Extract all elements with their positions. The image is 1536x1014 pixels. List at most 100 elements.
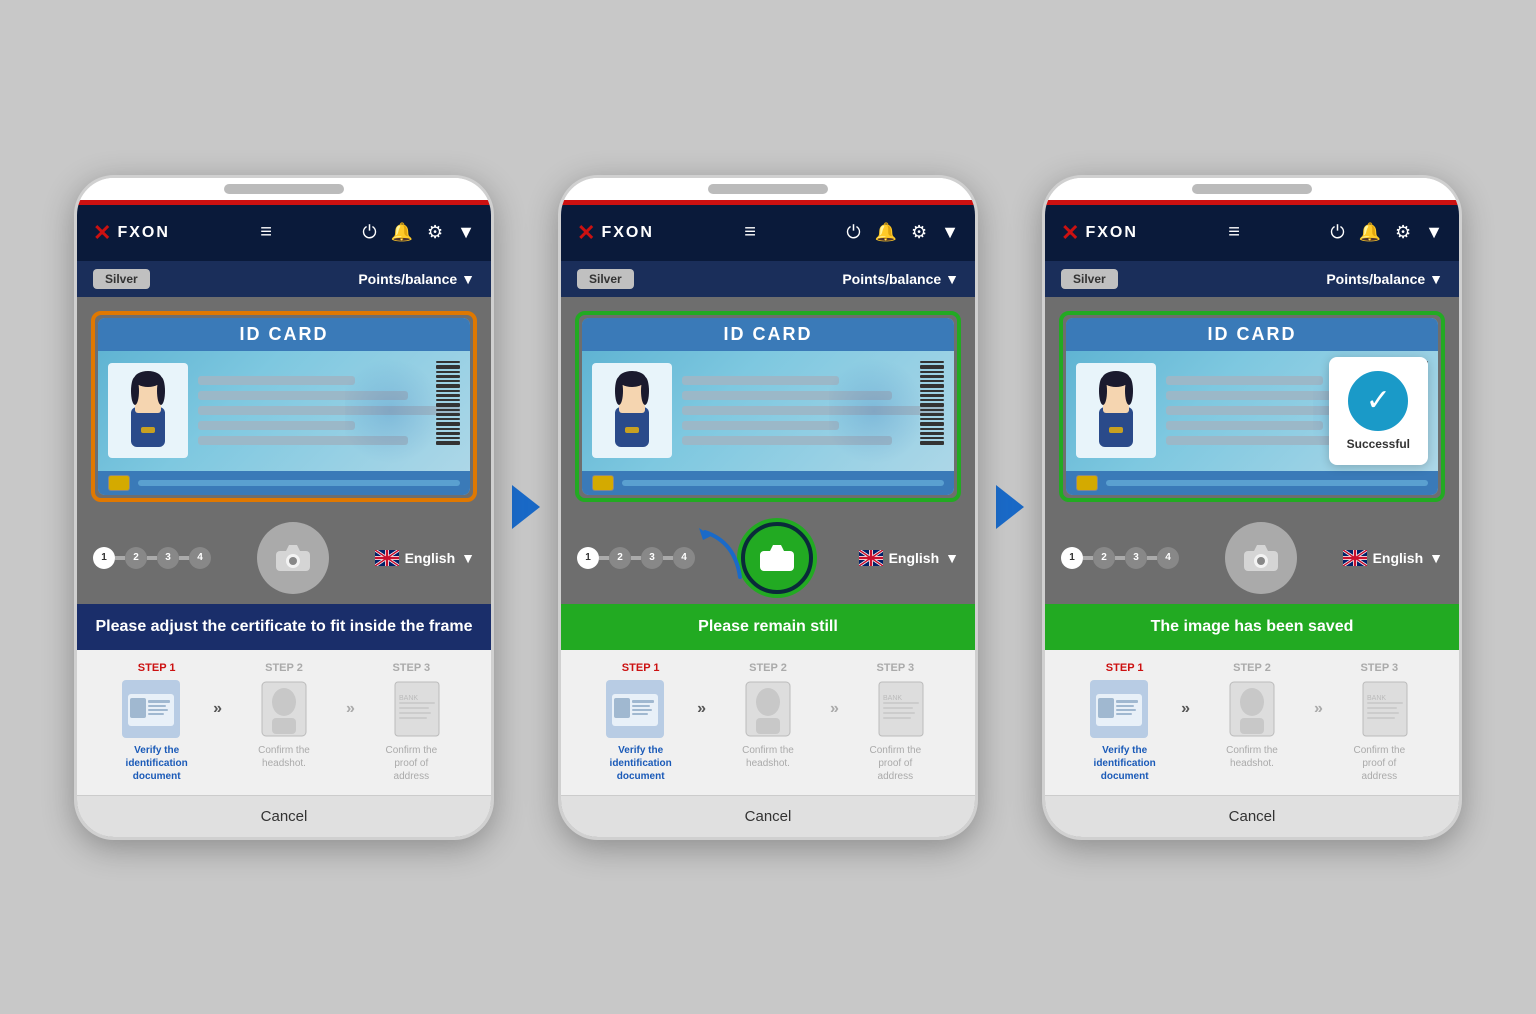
lang-chevron-3: ▼ [1429, 550, 1443, 566]
step-label-3b: STEP 2 [1188, 662, 1315, 674]
controls-row-1: 1 2 3 4 [77, 512, 491, 604]
chevron-icon-1: ▼ [457, 222, 475, 243]
lang-label-2: English [889, 550, 940, 566]
chevron-icon-3: ▼ [1425, 222, 1443, 243]
step-dot-2b: 2 [609, 547, 631, 569]
points-label-1[interactable]: Points/balance ▼ [358, 271, 475, 287]
camera-btn-3[interactable] [1225, 522, 1297, 594]
gear-icon-2[interactable]: ⚙ [911, 222, 927, 243]
flag-icon-3 [1343, 550, 1367, 566]
success-overlay-3: ✓ Successful [1329, 357, 1428, 465]
steps-section-2: STEP 1 STEP 2 STEP 3 [561, 650, 975, 795]
id-footer-2 [582, 471, 954, 495]
person-svg-3 [1081, 367, 1151, 455]
status-bar-2: Please remain still [561, 604, 975, 650]
cancel-btn-2[interactable]: Cancel [561, 795, 975, 837]
chip-icon-3 [1076, 475, 1098, 491]
step-dot-bar-3c [1147, 556, 1157, 560]
step-text-3c: Confirm theproof ofaddress [1316, 744, 1443, 783]
phone-body-2: ID CARD [561, 297, 975, 837]
double-arrow-2b: » [830, 700, 839, 718]
step-label-3a: STEP 1 [1061, 662, 1188, 674]
step-icon-2b [710, 680, 826, 738]
logo-text-3: FXON [1085, 224, 1137, 242]
menu-icon-1[interactable]: ≡ [260, 221, 272, 244]
phone-2: ✕ FXON ≡ ⏻ 🔔 ⚙ ▼ Silver Points/balance ▼… [558, 175, 978, 840]
id-barcode-1 [436, 361, 460, 461]
phone-header-3: ✕ FXON ≡ ⏻ 🔔 ⚙ ▼ [1045, 205, 1459, 261]
camera-btn-2[interactable] [741, 522, 813, 594]
bell-icon-3[interactable]: 🔔 [1359, 222, 1381, 243]
step-dot-3b: 2 [1093, 547, 1115, 569]
camera-icon-2 [758, 539, 796, 577]
power-icon-2[interactable]: ⏻ [846, 222, 860, 243]
double-arrow-3b: » [1314, 700, 1323, 718]
points-bar-2: Silver Points/balance ▼ [561, 261, 975, 297]
points-label-3[interactable]: Points/balance ▼ [1326, 271, 1443, 287]
step-dot-3c: 3 [1125, 547, 1147, 569]
step-arrow-1a: » [213, 700, 222, 718]
gear-icon-1[interactable]: ⚙ [427, 222, 443, 243]
menu-icon-2[interactable]: ≡ [744, 221, 756, 244]
power-icon-3[interactable]: ⏻ [1330, 222, 1344, 243]
step-icon-1c: BANK [359, 680, 475, 738]
id-footer-line-2 [622, 480, 944, 486]
logo-x-3: ✕ [1061, 222, 1079, 244]
silver-badge-1: Silver [93, 269, 150, 289]
step-dot-bar-1b [147, 556, 157, 560]
step-dots-3: 1 2 3 4 [1061, 547, 1179, 569]
steps-text-row-2: Verify theidentificationdocument Confirm… [577, 744, 959, 783]
phones-container: ✕ FXON ≡ ⏻ 🔔 ⚙ ▼ Silver Points/balance ▼… [74, 175, 1462, 840]
status-bar-1: Please adjust the certificate to fit ins… [77, 604, 491, 650]
step-text-3b: Confirm theheadshot. [1188, 744, 1315, 783]
steps-labels-2: STEP 1 STEP 2 STEP 3 [577, 662, 959, 674]
id-card-area-3: ID CARD [1059, 311, 1445, 502]
step-dots-1: 1 2 3 4 [93, 547, 211, 569]
lang-select-2[interactable]: English ▼ [859, 550, 959, 566]
step-arrow-2a: » [697, 700, 706, 718]
step-label-2c: STEP 3 [832, 662, 959, 674]
person-illustration-3 [1076, 363, 1156, 458]
id-card-inner-3: ID CARD [1066, 318, 1438, 495]
step-label-2a: STEP 1 [577, 662, 704, 674]
lang-select-3[interactable]: English ▼ [1343, 550, 1443, 566]
phone-notch-2 [708, 184, 828, 194]
step-text-1a: Verify theidentificationdocument [93, 744, 220, 783]
step-icon-3b [1194, 680, 1310, 738]
points-bar-1: Silver Points/balance ▼ [77, 261, 491, 297]
camera-icon-1 [274, 539, 312, 577]
status-bar-3: The image has been saved [1045, 604, 1459, 650]
double-arrow-1b: » [346, 700, 355, 718]
step-label-2b: STEP 2 [704, 662, 831, 674]
svg-text:BANK: BANK [399, 695, 418, 702]
gear-icon-3[interactable]: ⚙ [1395, 222, 1411, 243]
lang-chevron-1: ▼ [461, 550, 475, 566]
step-dot-bar-3b [1115, 556, 1125, 560]
power-icon-1[interactable]: ⏻ [362, 222, 376, 243]
person-svg-1 [113, 367, 183, 455]
id-footer-3 [1066, 471, 1438, 495]
step-text-1b: Confirm theheadshot. [220, 744, 347, 783]
step-arrow-2b: » [830, 700, 839, 718]
steps-labels-1: STEP 1 STEP 2 STEP 3 [93, 662, 475, 674]
phone-body-3: ID CARD [1045, 297, 1459, 837]
id-line-3a [1166, 376, 1323, 385]
bell-icon-2[interactable]: 🔔 [875, 222, 897, 243]
logo-x-2: ✕ [577, 222, 595, 244]
chevron-icon-2: ▼ [941, 222, 959, 243]
menu-icon-3[interactable]: ≡ [1228, 221, 1240, 244]
id-line-1d [198, 421, 355, 430]
points-label-2[interactable]: Points/balance ▼ [842, 271, 959, 287]
step-arrow-1b: » [346, 700, 355, 718]
bell-icon-1[interactable]: 🔔 [391, 222, 413, 243]
cancel-btn-1[interactable]: Cancel [77, 795, 491, 837]
lang-label-1: English [405, 550, 456, 566]
lang-select-1[interactable]: English ▼ [375, 550, 475, 566]
step-dots-2: 1 2 3 4 [577, 547, 695, 569]
camera-btn-1[interactable] [257, 522, 329, 594]
step-dot-bar-2b [631, 556, 641, 560]
phone-notch-bar-1 [77, 178, 491, 200]
double-arrow-1a: » [213, 700, 222, 718]
cancel-btn-3[interactable]: Cancel [1045, 795, 1459, 837]
step-dot-1b: 2 [125, 547, 147, 569]
